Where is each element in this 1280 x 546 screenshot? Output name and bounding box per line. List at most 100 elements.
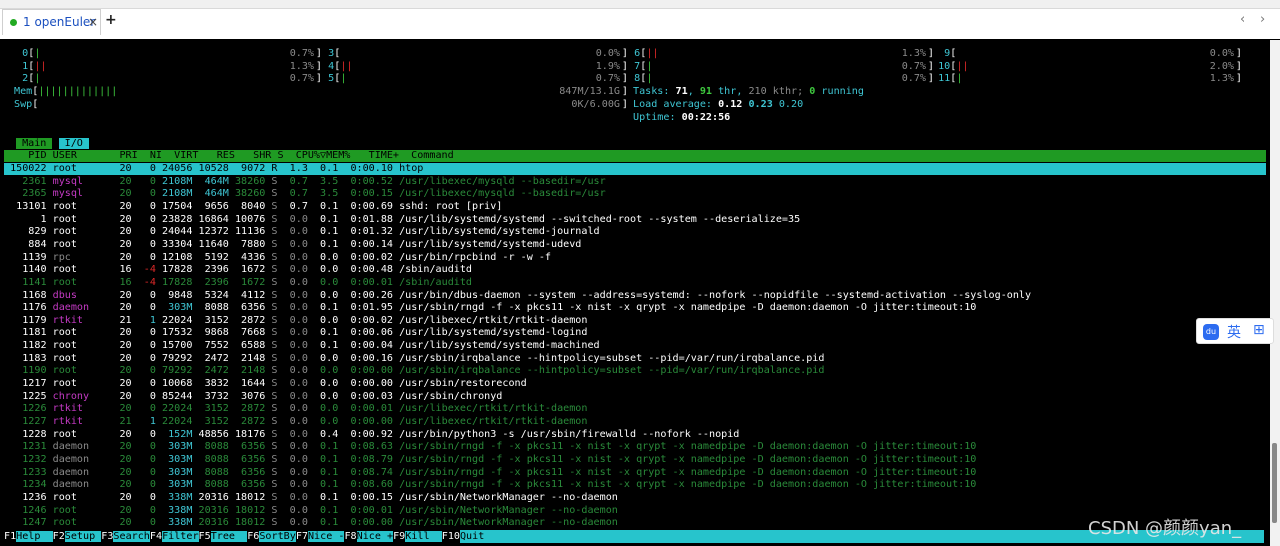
process-row[interactable]: 1236 root 20 0 338M 20316 18012 S 0.0 0.… [4,492,1266,505]
tab-io[interactable]: I/O [58,138,89,149]
process-row[interactable]: 1168 dbus 20 0 9848 5324 4112 S 0.0 0.0 … [4,290,1266,303]
fkey-f8[interactable]: F8Nice + [344,530,394,543]
proc-pid: 1 [4,213,47,225]
fkey-f1[interactable]: F1Help [4,530,53,543]
proc-ni: 1 [131,314,156,326]
proc-cpu: 0.0 [277,491,308,503]
process-row[interactable]: 1141 root 16 -4 17828 2396 1672 S 0.0 0.… [4,277,1266,290]
process-table-header[interactable]: PID USER PRI NI VIRT RES SHR S CPU%▽MEM%… [4,150,453,163]
process-row[interactable]: 150022 root 20 0 24056 10528 9072 R 1.3 … [4,163,1266,176]
proc-state: S [265,403,278,415]
proc-command: /usr/libexec/mysqld --basedir=/usr [393,175,606,187]
new-tab-button[interactable]: + [105,12,117,28]
process-row[interactable]: 1228 root 20 0 152M 48856 18176 S 0.0 0.… [4,429,1266,442]
scrollbar[interactable] [1270,40,1280,546]
proc-mem: 0.0 [307,264,339,276]
process-row[interactable]: 1179 rtkit 21 1 22024 3152 2872 S 0.0 0.… [4,315,1266,328]
process-row[interactable]: 1176 daemon 20 0 303M 8088 6356 S 0.0 0.… [4,302,1266,315]
fkey-key: F3 [101,531,114,542]
process-row[interactable]: 1234 daemon 20 0 303M 8088 6356 S 0.0 0.… [4,479,1266,492]
proc-command: /usr/libexec/mysqld --basedir=/usr [393,188,606,200]
baidu-ime-icon[interactable]: du [1203,324,1219,340]
threads-count: 91 [699,86,713,98]
proc-time: 0:00.10 [338,163,393,174]
proc-pri: 20 [107,175,132,187]
mem-value: 847M/13.1G [559,86,620,98]
process-row[interactable]: 1 root 20 0 23828 16864 10076 S 0.0 0.1 … [4,214,1266,227]
proc-mem: 0.0 [307,403,339,415]
ime-toolbar[interactable]: du 英 ⊞ [1196,318,1274,344]
scrollbar-thumb[interactable] [1272,443,1277,523]
proc-state: S [265,352,278,364]
proc-shr: 18012 [228,504,266,516]
tab-openeuler[interactable]: 1 openEuler × [2,9,101,35]
process-row[interactable]: 1217 root 20 0 10068 3832 1644 S 0.0 0.0… [4,378,1266,391]
cpu-percent: 0.7% [901,60,926,72]
fkey-f6[interactable]: F6SortBy [247,530,296,543]
scroll-tabs-right-icon[interactable]: › [1260,12,1265,27]
ime-menu-icon[interactable]: ⊞ [1253,322,1265,338]
proc-virt: 79292 [155,365,193,377]
cpu-meter-1: 1[|| 1.3%] [10,61,322,74]
terminal-screen[interactable]: 0[| 0.7%] 1[|| 1.3%] 2[| 0.7%] 3[0.0%] 4[||… [0,40,1270,546]
process-row[interactable]: 1232 daemon 20 0 303M 8088 6356 S 0.0 0.… [4,454,1266,467]
proc-cpu: 0.0 [277,365,308,377]
ime-language-toggle[interactable]: 英 [1227,322,1241,342]
process-row[interactable]: 1233 daemon 20 0 303M 8088 6356 S 0.0 0.… [4,467,1266,480]
process-row[interactable]: 884 root 20 0 33304 11640 7880 S 0.0 0.1… [4,239,1266,252]
proc-command: /sbin/auditd [393,276,473,288]
fkey-f7[interactable]: F7Nice - [296,530,345,543]
cpu-percent: 1.3% [901,48,926,59]
proc-shr: 1644 [228,378,266,390]
proc-pid: 150022 [4,163,47,174]
process-row[interactable]: 2361 mysql 20 0 2108M 464M 38260 S 0.7 3… [4,176,1266,189]
process-row[interactable]: 1246 root 20 0 338M 20316 18012 S 0.0 0.… [4,505,1266,518]
process-row[interactable]: 1225 chrony 20 0 85244 3732 3076 S 0.0 0… [4,391,1266,404]
proc-state: S [265,188,278,200]
process-row[interactable]: 1231 daemon 20 0 303M 8088 6356 S 0.0 0.… [4,441,1266,454]
scroll-tabs-left-icon[interactable]: ‹ [1240,12,1245,27]
process-row[interactable]: 1247 root 20 0 338M 20316 18012 S 0.0 0.… [4,517,1266,530]
tab-main[interactable]: Main [16,138,53,149]
proc-time: 0:00.52 [338,175,393,187]
process-row[interactable]: 1182 root 20 0 15700 7552 6588 S 0.0 0.1… [4,340,1266,353]
proc-time: 0:00.04 [338,340,393,352]
process-row[interactable]: 1140 root 16 -4 17828 2396 1672 S 0.0 0.… [4,264,1266,277]
process-row[interactable]: 2365 mysql 20 0 2108M 464M 38260 S 0.7 3… [4,188,1266,201]
cpu-id: 3 [316,48,335,59]
process-row[interactable]: 1226 rtkit 20 0 22024 3152 2872 S 0.0 0.… [4,403,1266,416]
process-row[interactable]: 1190 root 20 0 79292 2472 2148 S 0.0 0.0… [4,365,1266,378]
proc-state: S [265,491,278,503]
proc-user: root [46,327,108,339]
proc-virt: 17828 [155,276,193,288]
proc-res: 12372 [192,226,229,238]
proc-shr: 18012 [228,491,266,503]
process-row[interactable]: 1181 root 20 0 17532 9868 7668 S 0.0 0.1… [4,327,1266,340]
proc-pid: 1231 [4,441,47,453]
process-row[interactable]: 1227 rtkit 21 1 22024 3152 2872 S 0.0 0.… [4,416,1266,429]
proc-cpu: 0.0 [277,251,308,263]
fkey-f3[interactable]: F3Search [101,530,150,543]
fkey-key: F1 [4,531,17,542]
proc-user: root [46,163,108,174]
proc-command: /usr/bin/python3 -s /usr/sbin/firewalld … [393,428,740,440]
proc-cpu: 1.3 [277,163,308,174]
proc-user: rpc [46,251,108,263]
fkey-f4[interactable]: F4Filter [150,530,199,543]
fkey-f5[interactable]: F5Tree [199,530,248,543]
process-row[interactable]: 1183 root 20 0 79292 2472 2148 S 0.0 0.0… [4,353,1266,366]
proc-pri: 20 [107,302,132,314]
fkey-f2[interactable]: F2Setup [53,530,102,543]
process-row[interactable]: 13101 root 20 0 17504 9656 8040 S 0.7 0.… [4,201,1266,214]
proc-mem: 0.0 [307,416,339,427]
proc-shr: 6356 [228,441,266,453]
close-tab-icon[interactable]: × [88,15,98,29]
process-row[interactable]: 829 root 20 0 24044 12372 11136 S 0.0 0.… [4,226,1266,239]
fkey-f9[interactable]: F9Kill [393,530,442,543]
process-row[interactable]: 1139 rpc 20 0 12108 5192 4336 S 0.0 0.0 … [4,252,1266,265]
proc-pri: 20 [107,517,132,529]
cpu-id: 4 [316,60,335,72]
proc-ni: 0 [131,390,156,402]
proc-state: S [265,390,278,402]
proc-pri: 20 [107,213,132,225]
